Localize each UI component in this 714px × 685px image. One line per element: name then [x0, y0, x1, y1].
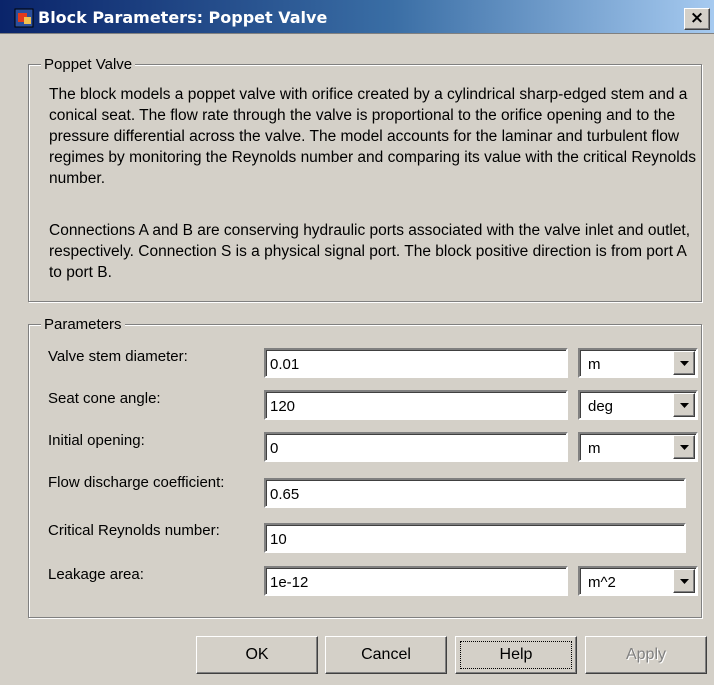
chevron-down-icon: [680, 361, 689, 366]
flow-discharge-coefficient-field[interactable]: 0.65: [264, 478, 686, 508]
valve-stem-diameter-unit-select[interactable]: m: [578, 348, 698, 378]
apply-button[interactable]: Apply: [585, 636, 707, 674]
description-group-title: Poppet Valve: [41, 56, 136, 73]
flow-discharge-coefficient-label: Flow discharge coefficient:: [48, 474, 225, 491]
initial-opening-field[interactable]: 0: [264, 432, 568, 462]
cancel-button-label: Cancel: [361, 646, 411, 663]
close-button[interactable]: ×: [684, 8, 710, 30]
focus-rectangle: [460, 641, 572, 669]
valve-stem-diameter-unit-value: m: [588, 356, 601, 373]
apply-button-label: Apply: [625, 646, 667, 663]
ok-button[interactable]: OK: [196, 636, 318, 674]
leakage-area-field[interactable]: 1e-12: [264, 566, 568, 596]
leakage-area-label: Leakage area:: [48, 566, 144, 583]
simulink-block-icon: [14, 8, 34, 28]
description-paragraph-2: Connections A and B are conserving hydra…: [49, 222, 691, 281]
seat-cone-angle-field[interactable]: 120: [264, 390, 568, 420]
description-group: Poppet Valve The block models a poppet v…: [28, 56, 702, 302]
title-bar: Block Parameters: Poppet Valve ×: [0, 0, 714, 34]
seat-cone-angle-label: Seat cone angle:: [48, 390, 161, 407]
dropdown-button[interactable]: [673, 435, 695, 459]
dropdown-button[interactable]: [673, 569, 695, 593]
ok-button-label: OK: [245, 646, 269, 663]
critical-reynolds-number-label: Critical Reynolds number:: [48, 522, 220, 539]
valve-stem-diameter-field[interactable]: 0.01: [264, 348, 568, 378]
dropdown-button[interactable]: [673, 393, 695, 417]
valve-stem-diameter-label: Valve stem diameter:: [48, 348, 188, 365]
description-paragraph-1: The block models a poppet valve with ori…: [49, 86, 697, 187]
seat-cone-angle-unit-value: deg: [588, 398, 614, 415]
initial-opening-unit-select[interactable]: m: [578, 432, 698, 462]
window-title: Block Parameters: Poppet Valve: [38, 8, 328, 27]
seat-cone-angle-unit-select[interactable]: deg: [578, 390, 698, 420]
help-button[interactable]: Help: [455, 636, 577, 674]
parameters-group-title: Parameters: [41, 316, 125, 333]
initial-opening-label: Initial opening:: [48, 432, 145, 449]
critical-reynolds-number-field[interactable]: 10: [264, 523, 686, 553]
initial-opening-unit-value: m: [588, 440, 601, 457]
chevron-down-icon: [680, 579, 689, 584]
dropdown-button[interactable]: [673, 351, 695, 375]
close-icon: ×: [689, 8, 705, 28]
leakage-area-unit-value: m^2: [588, 574, 616, 591]
leakage-area-unit-select[interactable]: m^2: [578, 566, 698, 596]
chevron-down-icon: [680, 403, 689, 408]
cancel-button[interactable]: Cancel: [325, 636, 447, 674]
chevron-down-icon: [680, 445, 689, 450]
